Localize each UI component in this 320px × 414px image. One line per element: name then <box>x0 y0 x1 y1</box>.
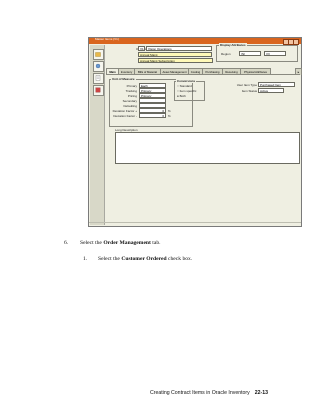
conversion-standard-label: Standard <box>179 84 192 88</box>
item-status-field[interactable]: Active <box>258 88 284 93</box>
step-1-prefix: Select the <box>98 256 122 262</box>
step-1-text: Select the Customer Ordered check box. <box>98 256 192 262</box>
secondary-label: Secondary <box>122 99 137 103</box>
attachment-glyph <box>95 75 101 81</box>
step-6-suffix: tab. <box>150 240 161 246</box>
long-description-textarea[interactable] <box>115 132 300 164</box>
conversion-item-specific-label: Item specific <box>179 89 197 93</box>
deviation-plus-percent: % <box>168 109 171 113</box>
help-glyph <box>95 87 101 93</box>
footer-text: Creating Contract Items in Oracle Invent… <box>150 390 250 396</box>
user-item-type-field[interactable]: Purchased Item <box>258 82 295 87</box>
conversion-item-specific-radio[interactable]: ○ Item specific <box>177 89 196 93</box>
defaulting-label: Defaulting <box>123 104 137 108</box>
deviation-minus-field[interactable]: 0 <box>139 113 166 118</box>
tracking-label: Tracking <box>125 89 137 93</box>
folder-icon[interactable] <box>93 49 104 60</box>
organization-name-field[interactable]: Vision Operations <box>146 46 212 51</box>
conversion-both-label: Both <box>179 94 186 98</box>
deviation-minus-percent: % <box>168 114 171 118</box>
conversions-title: Conversions <box>176 79 197 83</box>
attachments-icon[interactable] <box>93 73 104 84</box>
description-field[interactable]: Annual Maint Subscription <box>138 58 213 63</box>
pricing-label: Pricing <box>127 94 137 98</box>
tools-icon[interactable] <box>93 61 104 72</box>
master-items-window: Master Items (V1) Organization V1 Vision… <box>88 37 302 227</box>
step-6-prefix: Select the <box>80 240 104 246</box>
organization-code-field[interactable]: V1 <box>138 46 145 51</box>
primary-uom-label: Primary <box>126 84 137 88</box>
region-label: Region <box>221 52 231 56</box>
window-bottom-rule <box>89 222 301 223</box>
tab-divider <box>106 74 300 75</box>
toolbar-panel <box>90 45 105 225</box>
step-6-number: 6. <box>64 240 69 246</box>
item-status-label: Item Status <box>241 89 257 93</box>
window-titlebar: Master Items (V1) <box>89 37 301 45</box>
step-1-suffix: check box. <box>166 256 193 262</box>
tools-glyph <box>95 63 101 69</box>
order-management-tab-ref: Order Management <box>103 240 151 246</box>
region-select[interactable]: (N) <box>239 51 261 56</box>
display-attributes-title: Display Attributes <box>219 43 247 47</box>
user-item-type-label: User Item Type <box>236 83 257 87</box>
folder-glyph <box>95 52 101 57</box>
column-select[interactable]: (V) <box>264 51 286 56</box>
conversion-standard-radio[interactable]: ○ Standard <box>177 84 192 88</box>
help-icon[interactable] <box>93 85 104 96</box>
deviation-minus-label: Deviation Factor - <box>113 114 137 118</box>
item-field[interactable]: Annual Maint <box>138 52 212 57</box>
page-footer: Creating Contract Items in Oracle Invent… <box>150 390 268 396</box>
window-title: Master Items (V1) <box>95 37 119 41</box>
unit-of-measure-title: Unit of Measure <box>111 77 136 81</box>
step-6-text: Select the Order Management tab. <box>80 240 161 246</box>
deviation-plus-label: Deviation Factor + <box>112 109 137 113</box>
page-number: 22-13 <box>254 390 269 396</box>
step-1-number: 1. <box>83 256 88 262</box>
customer-ordered-checkbox-ref: Customer Ordered <box>121 256 167 262</box>
conversion-both-radio[interactable]: ● Both <box>177 94 186 98</box>
